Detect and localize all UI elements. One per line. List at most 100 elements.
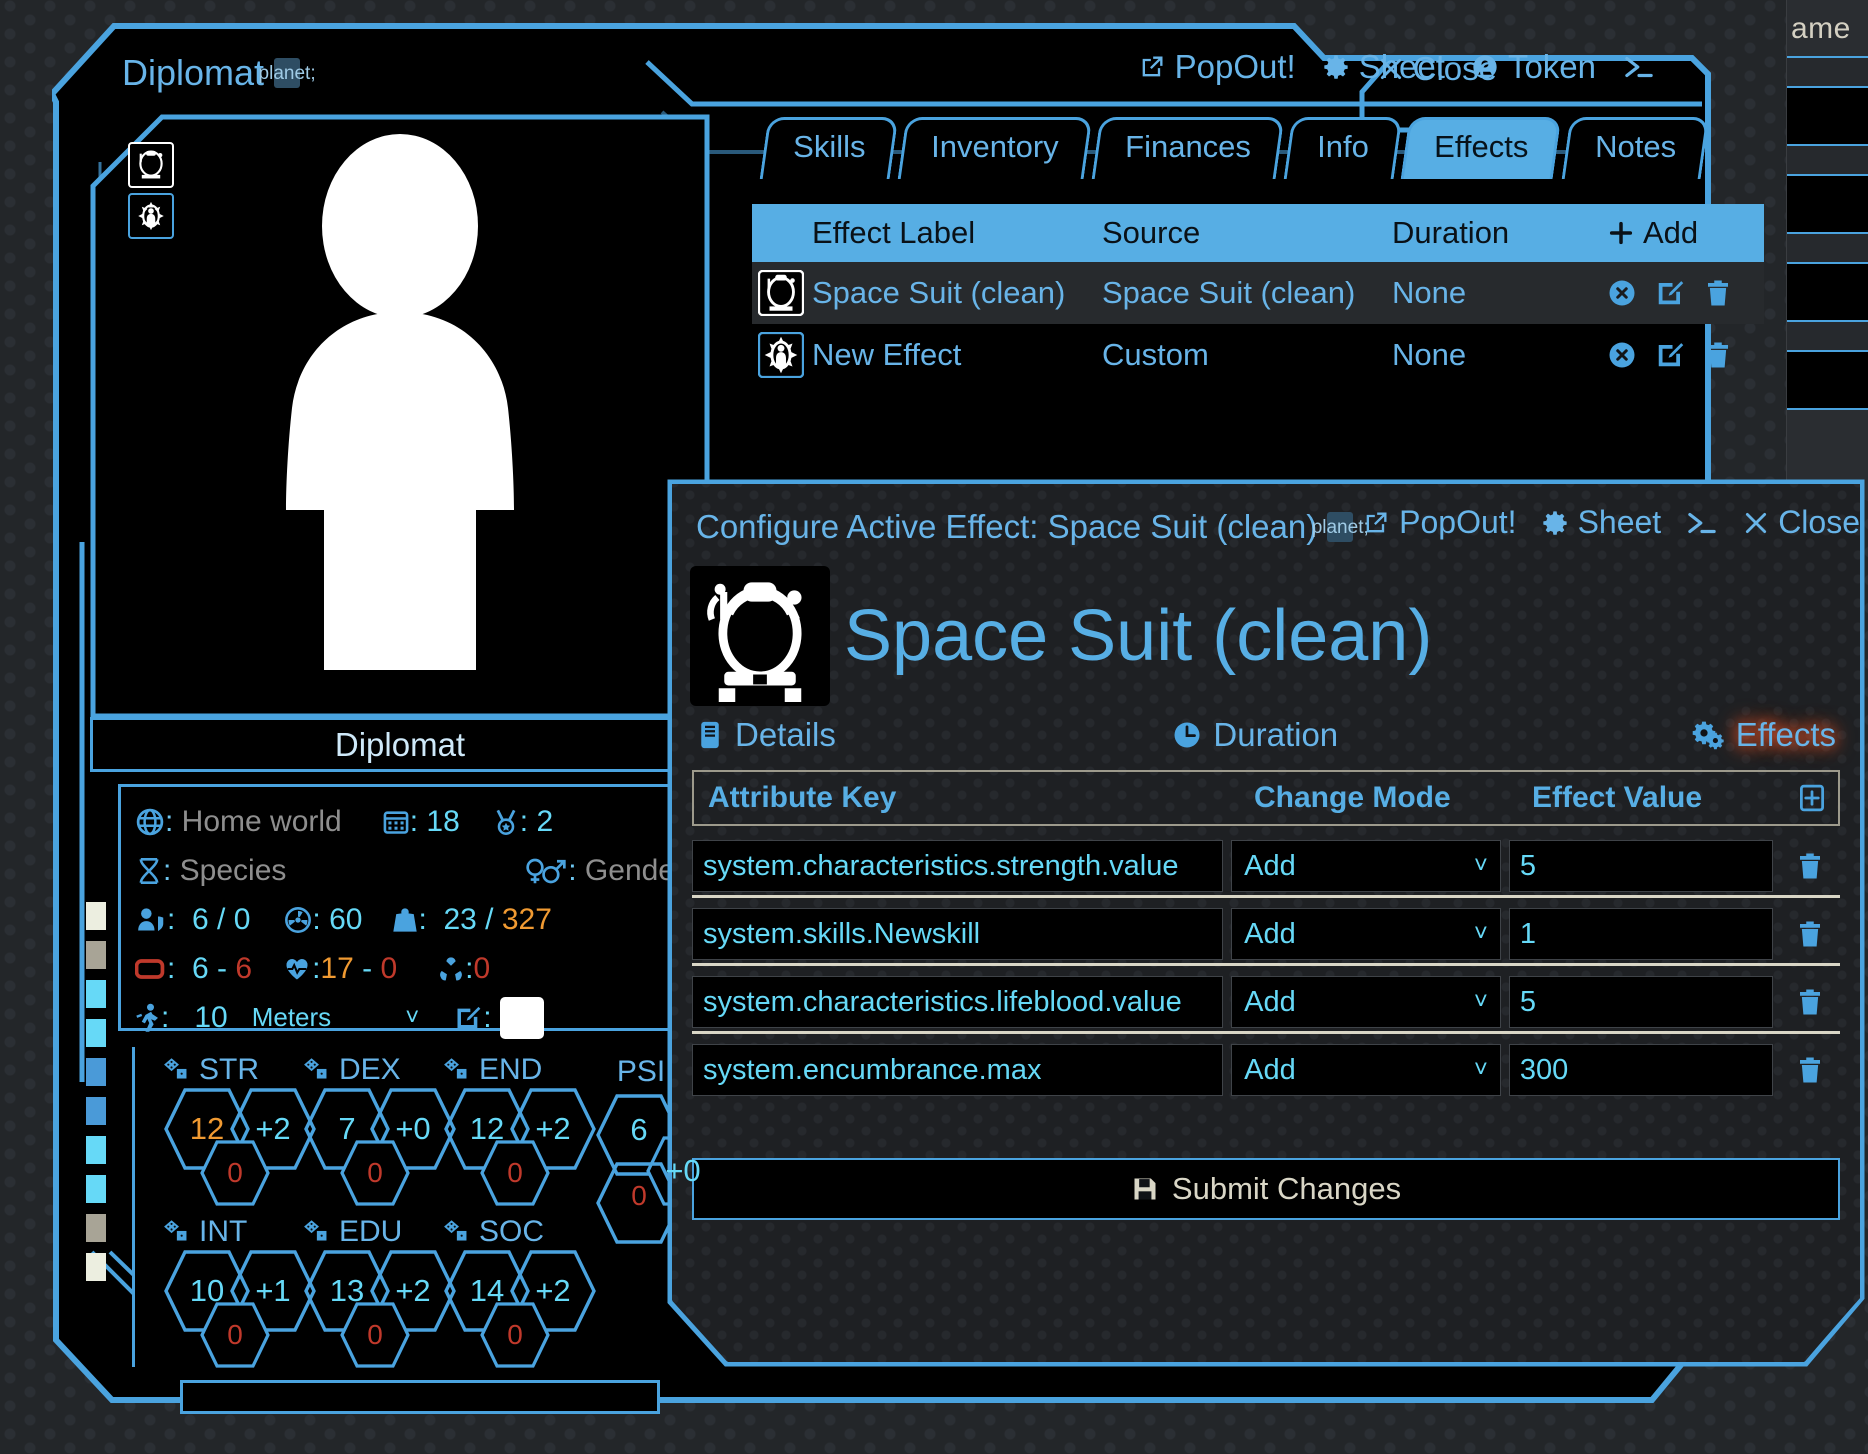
- delete-attribute-button[interactable]: [1781, 851, 1840, 881]
- globe-badge-icon[interactable]: planet;: [259, 58, 316, 88]
- tab-inventory[interactable]: Inventory: [897, 117, 1093, 179]
- characteristic-edu-mod: +2: [395, 1273, 431, 1308]
- characteristic-str-mod: +2: [255, 1111, 291, 1146]
- edit-effect-button[interactable]: [1655, 340, 1685, 370]
- tab-duration[interactable]: Duration: [1172, 716, 1338, 754]
- gear-icon: [1542, 510, 1567, 535]
- chip: [86, 1097, 106, 1125]
- dialog-console-button[interactable]: [1685, 508, 1719, 538]
- background-sheet-window[interactable]: ame: [1786, 0, 1868, 500]
- disable-effect-button[interactable]: [1607, 278, 1637, 308]
- background-row-gap: [1787, 322, 1868, 350]
- tab-effects[interactable]: Effects: [1691, 716, 1836, 754]
- armour-value: 6 / 0: [192, 902, 251, 936]
- effect-value-input[interactable]: 5: [1508, 976, 1773, 1028]
- change-mode-select[interactable]: Add ˅: [1231, 1044, 1501, 1096]
- characteristic-edu-value: 13: [329, 1273, 365, 1308]
- chip: [86, 1019, 106, 1047]
- characteristic-dex-damage-hex[interactable]: 0: [339, 1139, 411, 1207]
- delete-effect-button[interactable]: [1703, 278, 1733, 308]
- row-icon: [758, 270, 812, 316]
- attribute-key-input[interactable]: system.encumbrance.max: [692, 1044, 1224, 1096]
- dialog-sheet-button[interactable]: Sheet: [1541, 504, 1661, 541]
- speed-unit-select[interactable]: Meters: [252, 1002, 331, 1033]
- console-icon: [1625, 56, 1653, 78]
- rank-value[interactable]: 2: [536, 805, 553, 839]
- clock-icon: [1174, 722, 1200, 748]
- effect-value-input[interactable]: 1: [1508, 908, 1773, 960]
- chevron-down-icon: ˅: [1473, 1056, 1488, 1083]
- color-swatch[interactable]: [499, 996, 544, 1039]
- delete-attribute-button[interactable]: [1781, 1055, 1840, 1085]
- effects-table-header: Effect Label Source Duration Add: [752, 204, 1764, 262]
- tab-skills[interactable]: Skills: [759, 117, 899, 179]
- chevron-down-icon: ˅: [1473, 988, 1488, 1015]
- characteristic-dex-value: 7: [338, 1111, 356, 1146]
- delete-effect-button[interactable]: [1703, 340, 1733, 370]
- tab-details[interactable]: Details: [696, 716, 836, 754]
- change-mode-select[interactable]: Add ˅: [1231, 976, 1501, 1028]
- row-effect-label: Space Suit (clean): [812, 275, 1066, 310]
- dice-icon[interactable]: [443, 1219, 475, 1245]
- add-attribute-row-button[interactable]: [1797, 783, 1838, 813]
- chip: [86, 1214, 106, 1242]
- change-mode-value: Add: [1244, 849, 1296, 882]
- dice-icon[interactable]: [163, 1057, 195, 1083]
- tab-finances[interactable]: Finances: [1091, 117, 1285, 179]
- characteristic-end-damage-hex[interactable]: 0: [479, 1139, 551, 1207]
- change-mode-select[interactable]: Add ˅: [1231, 840, 1501, 892]
- tab-info[interactable]: Info: [1283, 117, 1402, 179]
- characteristic-edu: EDU 13 +2 0: [303, 1215, 463, 1369]
- change-mode-select[interactable]: Add ˅: [1231, 908, 1501, 960]
- characteristic-int-damage-hex[interactable]: 0: [199, 1301, 271, 1369]
- globe-badge-icon[interactable]: planet;: [1312, 512, 1369, 542]
- effect-value-input[interactable]: 300: [1508, 1044, 1773, 1096]
- characteristic-edu-damage-hex[interactable]: 0: [339, 1301, 411, 1369]
- edit-square-icon[interactable]: [453, 1004, 483, 1032]
- chevron-down-icon[interactable]: ˅: [405, 1004, 419, 1032]
- delete-icon: [1800, 989, 1821, 1015]
- rads-value: 0: [473, 951, 491, 985]
- edit-effect-button[interactable]: [1655, 278, 1685, 308]
- add-effect-button[interactable]: Add: [1607, 215, 1764, 251]
- table-row[interactable]: Space Suit (clean) Space Suit (clean) No…: [752, 262, 1764, 324]
- dialog-popout-button[interactable]: PopOut!: [1362, 504, 1517, 541]
- dice-icon[interactable]: [443, 1057, 475, 1083]
- dice-icon[interactable]: [303, 1219, 335, 1245]
- tab-effects[interactable]: Effects: [1401, 117, 1562, 179]
- dice-icon[interactable]: [303, 1057, 335, 1083]
- dna-icon: [135, 857, 163, 885]
- portrait-effect-chips: [128, 142, 174, 239]
- dialog-close-button[interactable]: Close: [1743, 504, 1860, 541]
- characteristic-soc-damage-hex[interactable]: 0: [479, 1301, 551, 1369]
- popout-button[interactable]: PopOut!: [1138, 48, 1296, 86]
- characteristic-str-damage-hex[interactable]: 0: [199, 1139, 271, 1207]
- console-button[interactable]: [1622, 52, 1656, 82]
- effect-name: Space Suit (clean): [844, 596, 1433, 676]
- edit-icon: [1658, 343, 1684, 367]
- attribute-key-input[interactable]: system.characteristics.lifeblood.value: [692, 976, 1224, 1028]
- attribute-key-input[interactable]: system.skills.Newskill: [692, 908, 1224, 960]
- effect-value-input[interactable]: 5: [1508, 840, 1773, 892]
- disable-effect-button[interactable]: [1607, 340, 1637, 370]
- row-separator: [692, 895, 1840, 898]
- portrait-chip-new-effect[interactable]: [128, 193, 174, 239]
- species-label: Species: [179, 853, 287, 887]
- effect-icon-large[interactable]: [690, 566, 830, 706]
- tab-notes[interactable]: Notes: [1561, 117, 1709, 179]
- close-button[interactable]: Close: [1378, 50, 1497, 88]
- delete-attribute-button[interactable]: [1781, 987, 1840, 1017]
- character-nameplate: Diplomat: [90, 717, 710, 772]
- space-helmet-icon: [135, 149, 167, 181]
- attribute-key-input[interactable]: system.characteristics.strength.value: [692, 840, 1224, 892]
- age-value[interactable]: 18: [426, 805, 459, 839]
- portrait-chip-space-suit[interactable]: [128, 142, 174, 188]
- stat-row-battery-lifeblood-rads: : 6 - 6 : 17 - 0 : 0: [135, 944, 693, 993]
- characteristic-dex-damage: 0: [367, 1157, 383, 1188]
- table-row[interactable]: New Effect Custom None: [752, 324, 1764, 386]
- delete-attribute-button[interactable]: [1781, 919, 1840, 949]
- radiation-value: 60: [329, 902, 363, 936]
- radiant-person-icon: [135, 200, 167, 232]
- submit-changes-button[interactable]: Submit Changes: [692, 1158, 1840, 1220]
- dice-icon[interactable]: [163, 1219, 195, 1245]
